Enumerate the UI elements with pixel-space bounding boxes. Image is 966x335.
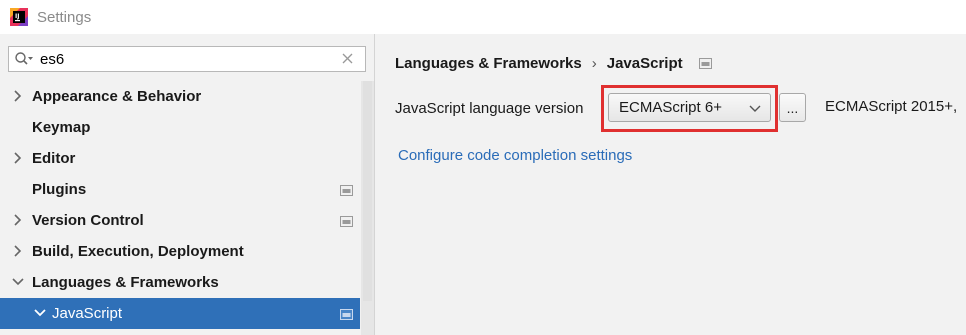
close-icon[interactable] [341,51,355,67]
language-version-value: ECMAScript 6+ [619,99,722,116]
intellij-idea-icon: IJ [10,8,28,26]
language-version-more-button[interactable]: ... [779,93,806,122]
sidebar-scrollbar-thumb[interactable] [363,81,372,301]
settings-sidebar: Appearance & Behavior Keymap Editor Plug… [0,34,374,335]
chevron-right-icon[interactable] [12,151,24,165]
chevron-down-icon[interactable] [12,275,24,289]
sidebar-item-keymap[interactable]: Keymap [0,112,360,143]
language-version-label: JavaScript language version [395,99,584,117]
language-version-description: ECMAScript 2015+, [825,98,958,115]
breadcrumb-parent[interactable]: Languages & Frameworks [395,55,582,72]
sidebar-item-label: Keymap [32,119,91,136]
sidebar-item-appearance-behavior[interactable]: Appearance & Behavior [0,81,360,112]
sidebar-item-label: Version Control [32,212,144,229]
breadcrumb-current: JavaScript [606,54,683,72]
project-scope-icon [340,184,354,196]
project-scope-icon [340,215,354,227]
sidebar-item-label: Plugins [32,181,87,198]
chevron-down-icon[interactable] [749,102,761,114]
settings-search-box[interactable] [8,46,366,72]
project-scope-icon [698,57,713,69]
language-version-row: JavaScript language version [395,93,583,123]
sidebar-item-languages-frameworks[interactable]: Languages & Frameworks [0,267,360,298]
sidebar-item-plugins[interactable]: Plugins [0,174,360,205]
svg-text:IJ: IJ [15,13,19,20]
configure-code-completion-link[interactable]: Configure code completion settings [398,147,632,164]
sidebar-item-label: Build, Execution, Deployment [32,243,244,260]
breadcrumb: Languages & Frameworks › JavaScript [395,52,713,74]
language-version-dropdown[interactable]: ECMAScript 6+ [608,93,771,122]
chevron-right-icon[interactable] [12,213,24,227]
sidebar-item-label: Appearance & Behavior [32,88,202,105]
search-icon[interactable] [14,49,36,69]
chevron-down-icon[interactable] [34,306,46,320]
sidebar-item-javascript[interactable]: JavaScript [0,298,360,329]
sidebar-item-label: JavaScript [52,305,123,322]
search-input[interactable] [40,48,330,70]
sidebar-item-editor[interactable]: Editor [0,143,360,174]
sidebar-item-label: Languages & Frameworks [32,274,219,291]
chevron-right-icon[interactable] [12,244,24,258]
breadcrumb-separator: › [591,54,597,72]
sidebar-item-build-execution-deployment[interactable]: Build, Execution, Deployment [0,236,360,267]
window-title: Settings [37,8,92,26]
title-bar: IJ Settings [0,0,966,34]
settings-tree: Appearance & Behavior Keymap Editor Plug… [0,81,360,329]
sidebar-item-label: Editor [32,150,76,167]
sidebar-item-version-control[interactable]: Version Control [0,205,360,236]
project-scope-icon [340,308,354,320]
settings-content: Languages & Frameworks › JavaScript Java… [375,34,966,335]
chevron-right-icon[interactable] [12,89,24,103]
